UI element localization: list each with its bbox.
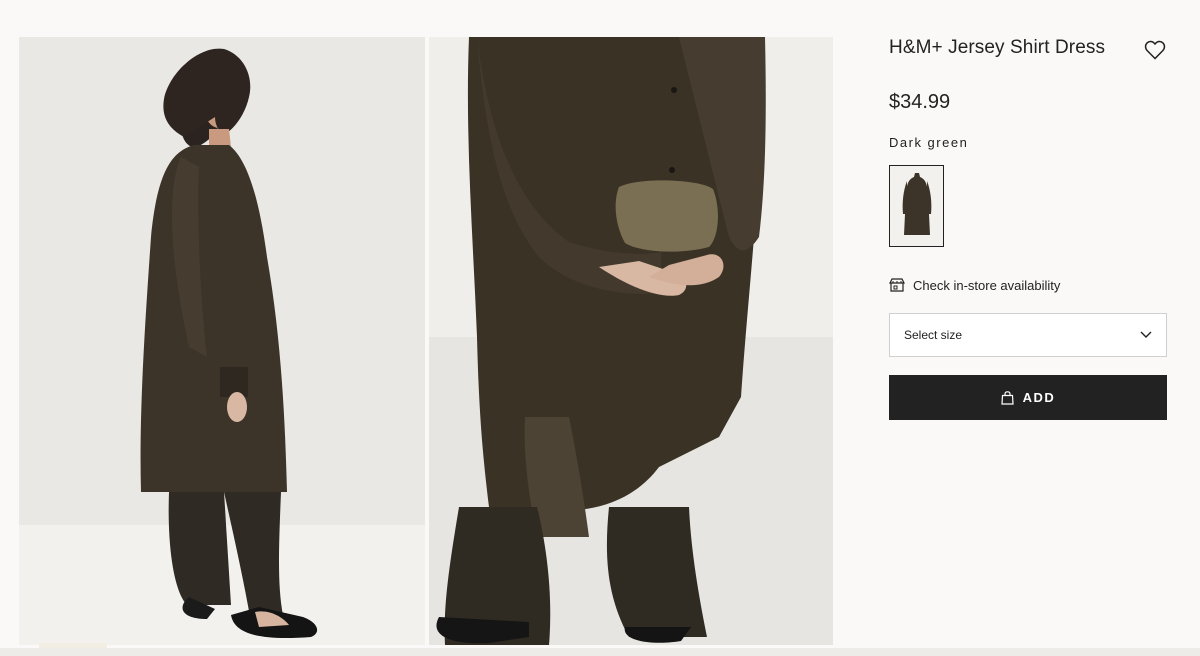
store-icon (889, 278, 905, 292)
top-nav-cropped (480, 0, 720, 4)
product-image-detail[interactable] (429, 37, 833, 645)
add-to-bag-button[interactable]: ADD (889, 375, 1167, 420)
title-row: H&M+ Jersey Shirt Dress (889, 30, 1167, 62)
size-select-placeholder: Select size (904, 328, 963, 342)
product-info-panel: H&M+ Jersey Shirt Dress $34.99 Dark gree… (889, 30, 1167, 420)
product-image-full-length[interactable] (19, 37, 425, 645)
add-button-label: ADD (1022, 390, 1056, 405)
page-bottom-strip (0, 648, 1200, 656)
size-select[interactable]: Select size (889, 313, 1167, 357)
dress-thumbnail (902, 173, 931, 235)
heart-icon[interactable] (1143, 38, 1167, 62)
shopping-bag-icon (1001, 390, 1014, 405)
check-store-availability-link[interactable]: Check in-store availability (889, 277, 1167, 293)
product-title: H&M+ Jersey Shirt Dress (889, 37, 1106, 58)
product-price: $34.99 (889, 91, 951, 113)
selected-color-label: Dark green (889, 135, 969, 150)
product-gallery: Plus Size (19, 37, 833, 656)
color-swatch-dark-green[interactable] (889, 165, 944, 247)
chevron-down-icon (1140, 331, 1152, 338)
store-link-label: Check in-store availability (913, 277, 1061, 293)
